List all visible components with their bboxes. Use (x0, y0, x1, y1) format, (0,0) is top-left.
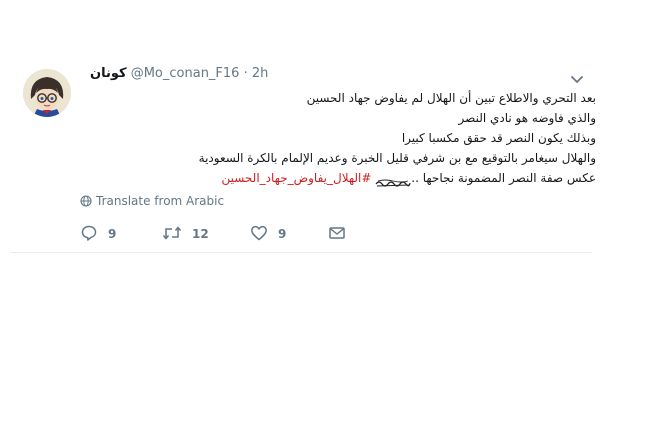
reply-icon (81, 225, 97, 241)
tweet-text: بعد التحري والاطلاع تبين أن الهلال لم يف… (190, 88, 596, 188)
tweet-line: والذي فاوضه هو نادي النصر (458, 111, 596, 125)
tweet-header: كونان @Mo_conan_F16 · 2h (90, 66, 268, 84)
retweet-count: 12 (192, 227, 209, 241)
tweet-line: وبذلك يكون النصر قد حقق مكسبا كبيرا (401, 131, 596, 145)
reply-button[interactable]: 9 (80, 224, 116, 246)
translate-link[interactable]: Translate from Arabic (80, 194, 224, 210)
tweet-line-text: عكس صفة النصر المضمونة نجاحها .. (411, 171, 596, 185)
tweet-actions: 9 12 9 (80, 224, 380, 246)
translate-label: Translate from Arabic (96, 194, 225, 208)
retweet-icon (162, 226, 182, 240)
user-handle[interactable]: @Mo_conan_F16 (131, 66, 240, 81)
message-icon (329, 227, 345, 239)
timestamp[interactable]: 2h (252, 66, 269, 81)
avatar-image (23, 69, 71, 117)
like-button[interactable]: 9 (250, 224, 286, 246)
hashtag-link[interactable]: #الهلال_يفاوض_جهاد_الحسين (221, 171, 371, 185)
reply-count: 9 (108, 227, 117, 241)
tweet-line-last: عكس صفة النصر المضمونة نجاحها .. #الهلال… (190, 168, 596, 188)
tweet-line: بعد التحري والاطلاع تبين أن الهلال لم يف… (306, 91, 596, 105)
display-name[interactable]: كونان (90, 66, 127, 81)
tweet-card[interactable]: كونان @Mo_conan_F16 · 2h بعد التحري والا… (10, 52, 596, 253)
chevron-down-icon[interactable] (570, 70, 584, 83)
like-icon (251, 225, 267, 241)
avatar[interactable] (23, 69, 71, 117)
like-count: 9 (278, 227, 287, 241)
tweet-line: والهلال سيغامر بالتوقيع مع بن شرفي قليل … (198, 151, 596, 165)
globe-icon (80, 195, 92, 207)
scribble-emoji-icon (375, 174, 411, 187)
retweet-button[interactable]: 12 (162, 224, 209, 246)
separator-dot: · (243, 66, 248, 81)
direct-message-button[interactable] (328, 224, 346, 246)
